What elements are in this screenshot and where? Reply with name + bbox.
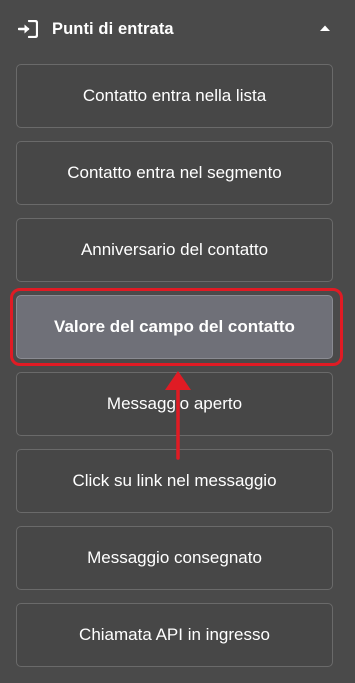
entry-item-label: Messaggio consegnato <box>87 548 262 567</box>
entry-points-header[interactable]: Punti di entrata <box>0 0 355 58</box>
entry-points-panel: Punti di entrata Contatto entra nella li… <box>0 0 355 683</box>
entry-item-link-click[interactable]: Click su link nel messaggio <box>16 449 333 513</box>
entry-item-label: Messaggio aperto <box>106 394 243 413</box>
entry-item-field-value[interactable]: Valore del campo del contatto <box>16 295 333 359</box>
entry-item-label: Contatto entra nella lista <box>82 86 267 105</box>
caret-up-icon[interactable] <box>319 24 331 32</box>
entry-item-anniversary[interactable]: Anniversario del contatto <box>16 218 333 282</box>
entry-points-title: Punti di entrata <box>52 19 174 38</box>
entry-item-label: Anniversario del contatto <box>80 240 269 259</box>
entry-item-label: Click su link nel messaggio <box>72 471 277 490</box>
entry-item-label: Valore del campo del contatto <box>54 317 295 336</box>
entry-item-message-delivered[interactable]: Messaggio consegnato <box>16 526 333 590</box>
entry-item-message-opened[interactable]: Messaggio aperto <box>16 372 333 436</box>
entry-item-label: Contatto entra nel segmento <box>67 163 282 182</box>
entry-item-segment-join[interactable]: Contatto entra nel segmento <box>16 141 333 205</box>
sign-in-icon <box>18 20 38 38</box>
entry-item-list-join[interactable]: Contatto entra nella lista <box>16 64 333 128</box>
entry-item-label: Chiamata API in ingresso <box>79 625 270 644</box>
entry-item-api-call[interactable]: Chiamata API in ingresso <box>16 603 333 667</box>
